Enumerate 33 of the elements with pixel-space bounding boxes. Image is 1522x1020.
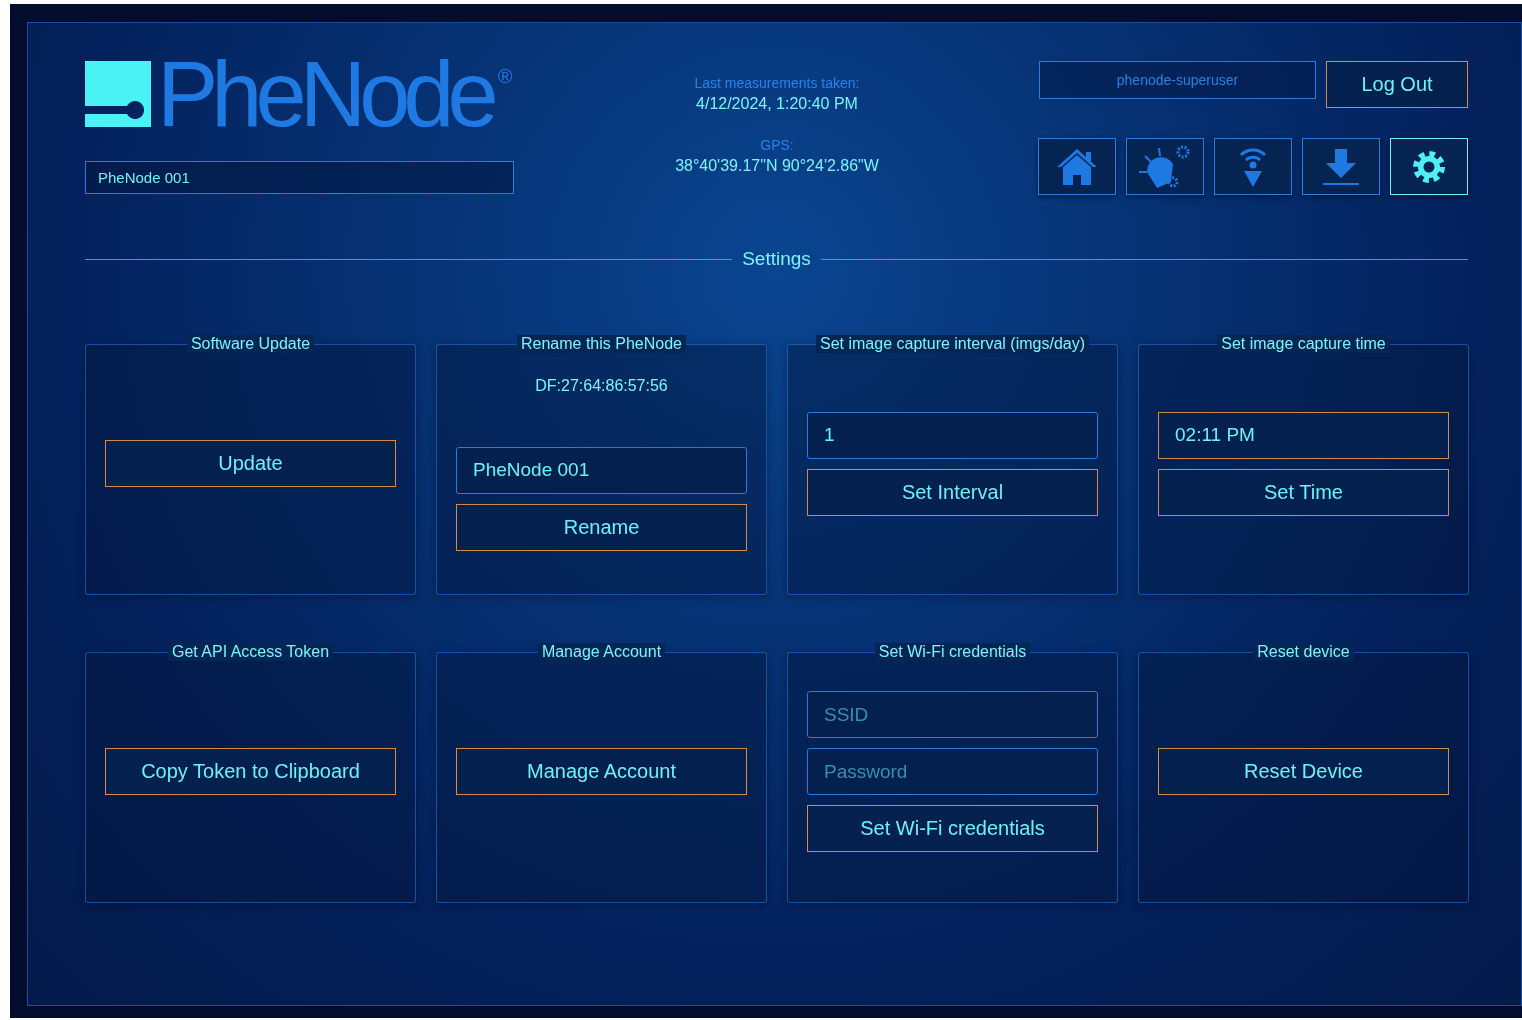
action-button[interactable]: Set Wi-Fi credentials xyxy=(807,805,1098,852)
logout-button[interactable]: Log Out xyxy=(1326,61,1468,108)
action-button[interactable]: Rename xyxy=(456,503,747,551)
input-field[interactable]: PheNode 001 xyxy=(456,446,747,494)
input-field[interactable]: 1 xyxy=(807,411,1098,459)
card-title: Set image capture interval (imgs/day) xyxy=(816,335,1089,353)
time-field[interactable]: 02:11 PM xyxy=(1158,411,1449,459)
card-title: Get API Access Token xyxy=(167,643,334,661)
card-title: Set image capture time xyxy=(1217,335,1390,353)
action-button[interactable]: Copy Token to Clipboard xyxy=(105,748,396,795)
measurement-label: Last measurements taken: xyxy=(694,75,860,91)
card-title: Reset device xyxy=(1253,643,1354,661)
action-button[interactable]: Manage Account xyxy=(456,748,747,795)
section-title: Settings xyxy=(742,248,811,270)
action-button[interactable]: Update xyxy=(105,440,396,487)
action-button[interactable]: Set Interval xyxy=(807,468,1098,516)
input-field[interactable]: Password xyxy=(807,748,1098,795)
card-title: Set Wi-Fi credentials xyxy=(874,643,1031,661)
measurement-value: 38°40'39.17"N 90°24'2.86"W xyxy=(675,157,879,175)
input-field[interactable]: SSID xyxy=(807,691,1098,738)
mac-address-text: DF:27:64:86:57:56 xyxy=(535,376,668,395)
username-display: phenode-superuser xyxy=(1039,61,1316,99)
action-button[interactable]: Reset Device xyxy=(1158,748,1449,795)
card-title: Software Update xyxy=(186,335,315,353)
logo-icon xyxy=(85,61,151,127)
measurement-value: 4/12/2024, 1:20:40 PM xyxy=(696,95,858,113)
measurement-label: GPS: xyxy=(760,137,794,153)
card-title: Manage Account xyxy=(537,643,666,661)
home-icon xyxy=(1055,146,1099,187)
device-name-field[interactable]: PheNode 001 xyxy=(85,161,514,194)
action-button[interactable]: Set Time xyxy=(1158,468,1449,516)
card-title: Rename this PheNode xyxy=(517,335,686,353)
logo-text: PheNode® xyxy=(157,61,513,129)
